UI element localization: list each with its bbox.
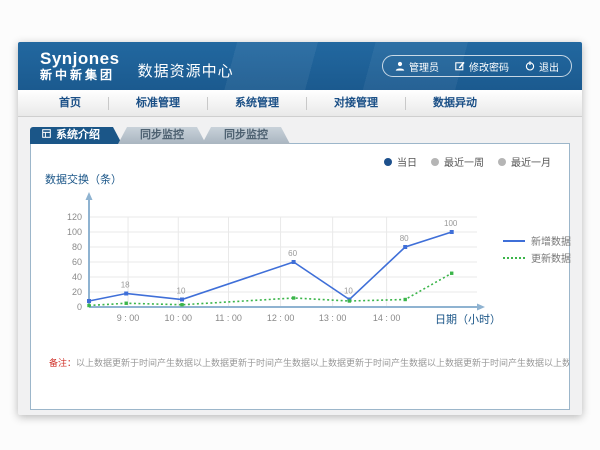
time-range-filter: 当日 最近一周 最近一月 [384,154,551,169]
page-title: 数据资源中心 [138,60,234,81]
data-point-marker [87,299,91,303]
solid-line-icon [503,240,525,242]
y-tick-label: 0 [77,302,82,312]
radio-dot-icon [384,158,392,166]
data-point-marker [403,245,407,249]
radio-last-month-label: 最近一月 [511,154,551,169]
legend-update-data[interactable]: 更新数据 [503,249,571,266]
series-line [89,273,452,305]
power-icon [525,61,535,71]
data-point-marker [87,304,90,307]
tab-sync-monitor-2-label: 同步监控 [224,129,268,141]
data-point-marker [180,303,183,306]
footnote: 备注：以上数据更新于时间产生数据以上数据更新于时间产生数据以上数据更新于时间产生… [31,356,569,369]
y-tick-label: 100 [67,227,82,237]
x-tick-label: 10 : 00 [165,313,193,323]
x-tick-label: 14 : 00 [373,313,401,323]
admin-user-button[interactable]: 管理员 [395,59,439,74]
data-point-label: 60 [288,249,297,258]
main-nav: 首页 标准管理 系统管理 对接管理 数据异动 [18,90,582,117]
tab-system-intro-label: 系统介绍 [56,127,100,144]
data-point-marker [180,298,184,302]
data-point-marker [292,296,295,299]
radio-today-label: 当日 [397,154,417,169]
data-point-label: 100 [444,219,458,228]
change-password-label: 修改密码 [469,59,509,74]
tab-system-intro[interactable]: 系统介绍 [30,127,122,144]
dotted-line-icon [503,257,525,259]
data-point-marker [124,292,128,296]
user-icon [395,61,405,71]
document-icon [42,127,51,144]
data-point-label: 10 [177,287,186,296]
legend-new-data[interactable]: 新增数据 [503,232,571,249]
chart-legend: 新增数据 更新数据 [503,232,571,266]
company-logo: Synjones 新中新集团 [40,50,120,83]
tab-sync-monitor-2[interactable]: 同步监控 [202,127,290,144]
x-tick-label: 9 : 00 [117,313,140,323]
y-tick-label: 40 [72,272,82,282]
radio-last-month[interactable]: 最近一月 [498,154,551,169]
nav-item-standard-mgmt[interactable]: 标准管理 [109,97,208,110]
y-tick-label: 20 [72,287,82,297]
data-point-label: 10 [344,287,353,296]
line-chart-canvas: 0 20 40 60 80 100 120 9 : 00 10 : 00 11 : 00 12 : … [41,189,491,339]
data-point-marker [404,298,407,301]
series-line [89,232,452,301]
nav-item-system-mgmt[interactable]: 系统管理 [208,97,307,110]
nav-item-home[interactable]: 首页 [32,97,109,110]
tab-bar: 系统介绍 同步监控 同步监控 [30,127,290,144]
y-axis-arrow-icon [86,192,93,200]
data-point-marker [292,260,296,264]
x-axis-label: 日期（小时） [435,311,501,327]
axes [86,192,486,311]
tab-sync-monitor-1-label: 同步监控 [140,129,184,141]
y-tick-label: 80 [72,242,82,252]
data-point-label: 80 [400,234,409,243]
gridlines [89,217,477,307]
radio-last-week[interactable]: 最近一周 [431,154,484,169]
logo-text-en: Synjones [40,50,120,69]
chart-panel: 当日 最近一周 最近一月 数据交换（条） 0 20 40 60 80 100 120 9 : … [30,143,570,410]
legend-new-data-label: 新增数据 [531,233,571,248]
y-tick-label: 120 [67,212,82,222]
admin-user-label: 管理员 [409,59,439,74]
x-tick-label: 13 : 00 [319,313,347,323]
data-point-marker [348,299,351,302]
data-point-marker [450,272,453,275]
change-password-button[interactable]: 修改密码 [455,59,509,74]
logout-button[interactable]: 退出 [525,59,559,74]
data-point-marker [450,230,454,234]
nav-item-interface-mgmt[interactable]: 对接管理 [307,97,406,110]
footnote-label: 备注： [49,358,76,368]
app-window: Synjones 新中新集团 数据资源中心 管理员 修改密码 退出 [18,42,582,415]
data-point-label: 18 [121,281,130,290]
header-actions-group: 管理员 修改密码 退出 [382,55,572,77]
y-tick-label: 60 [72,257,82,267]
x-axis-arrow-icon [477,304,485,311]
x-tick-label: 12 : 00 [267,313,295,323]
logout-label: 退出 [539,59,559,74]
legend-update-data-label: 更新数据 [531,250,571,265]
footnote-text: 以上数据更新于时间产生数据以上数据更新于时间产生数据以上数据更新于时间产生数据以… [76,358,569,368]
y-axis-label: 数据交换（条） [45,171,122,187]
data-point-marker [125,302,128,305]
tab-sync-monitor-1[interactable]: 同步监控 [118,127,206,144]
app-header: Synjones 新中新集团 数据资源中心 管理员 修改密码 退出 [18,42,582,90]
logo-text-cn: 新中新集团 [40,69,120,82]
radio-today[interactable]: 当日 [384,154,417,169]
x-tick-label: 11 : 00 [215,313,242,323]
radio-dot-icon [431,158,439,166]
radio-dot-icon [498,158,506,166]
content-area: 系统介绍 同步监控 同步监控 当日 最近一周 [18,117,582,415]
radio-last-week-label: 最近一周 [444,154,484,169]
edit-icon [455,61,465,71]
nav-item-data-change[interactable]: 数据异动 [406,97,504,110]
